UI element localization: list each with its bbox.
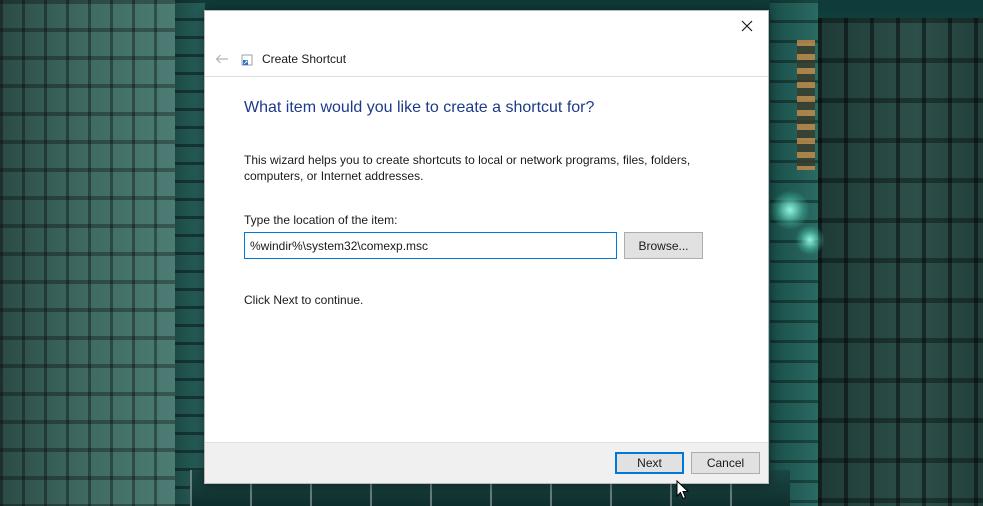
wallpaper-lit-windows — [797, 40, 815, 170]
location-input[interactable] — [244, 232, 617, 259]
wallpaper-building-right-b — [818, 18, 983, 506]
dialog-footer: Next Cancel — [205, 442, 768, 483]
shortcut-wizard-icon — [241, 54, 253, 66]
wallpaper-street-light — [770, 190, 810, 230]
wizard-header: Create Shortcut — [205, 42, 768, 76]
back-button[interactable] — [209, 47, 235, 71]
close-icon — [741, 20, 753, 32]
location-label: Type the location of the item: — [244, 213, 398, 227]
create-shortcut-dialog: Create Shortcut What item would you like… — [204, 10, 769, 484]
cancel-button[interactable]: Cancel — [691, 452, 760, 474]
wallpaper-building-left — [0, 0, 175, 506]
dialog-title: Create Shortcut — [262, 52, 347, 66]
next-button[interactable]: Next — [615, 452, 684, 474]
back-arrow-icon — [215, 54, 228, 64]
continue-instruction: Click Next to continue. — [244, 293, 364, 307]
mouse-pointer-icon — [676, 480, 690, 500]
wallpaper-building-left-2 — [175, 0, 205, 506]
header-divider — [205, 76, 768, 77]
wizard-description: This wizard helps you to create shortcut… — [244, 153, 691, 183]
browse-button[interactable]: Browse... — [624, 232, 703, 259]
close-button[interactable] — [734, 15, 760, 37]
page-heading: What item would you like to create a sho… — [244, 99, 595, 116]
wallpaper-street-light — [795, 225, 825, 255]
